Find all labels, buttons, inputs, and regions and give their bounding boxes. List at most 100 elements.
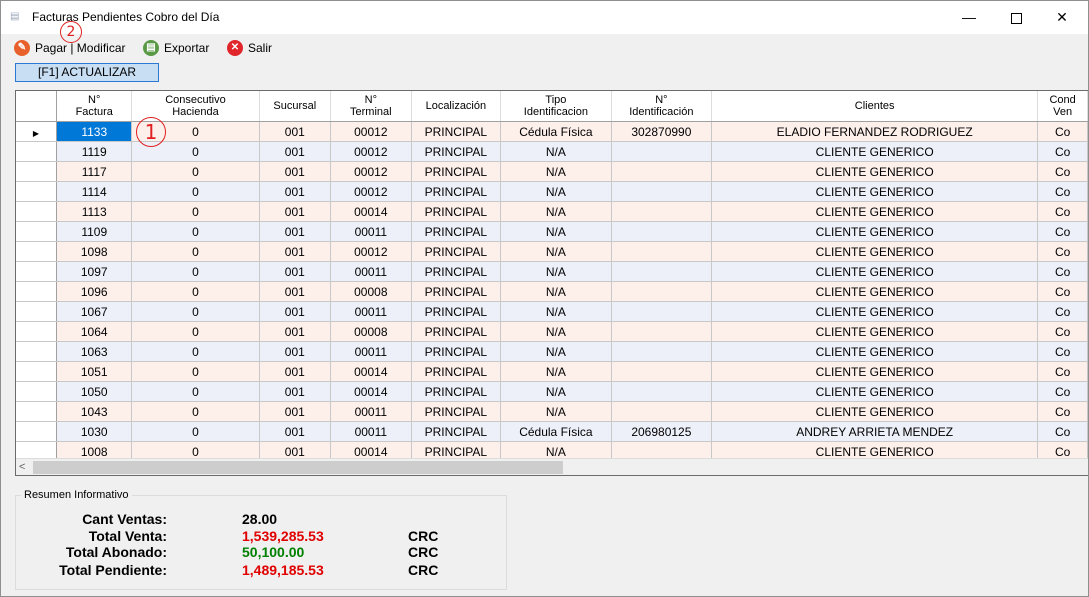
cell-num-identificacion[interactable] (611, 241, 713, 262)
scrollbar-thumb[interactable] (33, 461, 563, 474)
cell-sucursal[interactable]: 001 (259, 381, 332, 402)
row-header[interactable] (16, 361, 57, 382)
cell-terminal[interactable]: 00014 (330, 381, 412, 402)
cell-sucursal[interactable]: 001 (259, 121, 332, 142)
cell-tipo-identificacion[interactable]: N/A (500, 261, 612, 282)
cell-condicion-venta[interactable]: Co (1037, 181, 1088, 202)
cell-terminal[interactable]: 00012 (330, 161, 412, 182)
cell-sucursal[interactable]: 001 (259, 341, 332, 362)
cell-condicion-venta[interactable]: Co (1037, 381, 1088, 402)
col-header-num-identificacion[interactable]: N° Identificación (611, 91, 713, 122)
col-header-clientes[interactable]: Clientes (711, 91, 1039, 122)
cell-sucursal[interactable]: 001 (259, 141, 332, 162)
cell-tipo-identificacion[interactable]: N/A (500, 301, 612, 322)
row-header[interactable] (16, 321, 57, 342)
cell-tipo-identificacion[interactable]: N/A (500, 221, 612, 242)
cell-cliente[interactable]: CLIENTE GENERICO (711, 301, 1039, 322)
row-header[interactable]: ▶ (16, 121, 57, 142)
cell-terminal[interactable]: 00014 (330, 361, 412, 382)
row-header[interactable] (16, 281, 57, 302)
cell-tipo-identificacion[interactable]: N/A (500, 341, 612, 362)
table-row[interactable]: 1113 0 001 00014 PRINCIPAL N/A CLIENTE GENERIC… (16, 201, 1088, 222)
cell-localizacion[interactable]: PRINCIPAL (411, 341, 502, 362)
cell-localizacion[interactable]: PRINCIPAL (411, 321, 502, 342)
cell-consecutivo[interactable]: 0 (131, 241, 260, 262)
table-row[interactable]: 1030 0 001 00011 PRINCIPAL Cédula Física 20698… (16, 421, 1088, 442)
cell-tipo-identificacion[interactable]: N/A (500, 321, 612, 342)
cell-terminal[interactable]: 00011 (330, 261, 412, 282)
cell-consecutivo[interactable]: 0 (131, 301, 260, 322)
cell-num-identificacion[interactable] (611, 161, 713, 182)
cell-tipo-identificacion[interactable]: N/A (500, 161, 612, 182)
cell-cliente[interactable]: ANDREY ARRIETA MENDEZ (711, 421, 1039, 442)
table-row[interactable]: 1117 0 001 00012 PRINCIPAL N/A CLIENTE GENERIC… (16, 161, 1088, 182)
cell-cliente[interactable]: CLIENTE GENERICO (711, 161, 1039, 182)
cell-num-identificacion[interactable] (611, 401, 713, 422)
table-row[interactable]: 1114 0 001 00012 PRINCIPAL N/A CLIENTE GENERIC… (16, 181, 1088, 202)
cell-num-identificacion[interactable] (611, 221, 713, 242)
facturas-grid[interactable]: N° Factura Consecutivo Hacienda Sucursal… (15, 90, 1088, 476)
cell-factura[interactable]: 1114 (56, 181, 133, 202)
cell-terminal[interactable]: 00011 (330, 401, 412, 422)
cell-num-identificacion[interactable] (611, 381, 713, 402)
cell-localizacion[interactable]: PRINCIPAL (411, 201, 502, 222)
cell-localizacion[interactable]: PRINCIPAL (411, 381, 502, 402)
cell-localizacion[interactable]: PRINCIPAL (411, 281, 502, 302)
cell-consecutivo[interactable]: 0 (131, 281, 260, 302)
cell-tipo-identificacion[interactable]: N/A (500, 361, 612, 382)
cell-condicion-venta[interactable]: Co (1037, 361, 1088, 382)
table-row[interactable]: 1064 0 001 00008 PRINCIPAL N/A CLIENTE GENERIC… (16, 321, 1088, 342)
row-header[interactable] (16, 261, 57, 282)
cell-sucursal[interactable]: 001 (259, 301, 332, 322)
cell-cliente[interactable]: CLIENTE GENERICO (711, 341, 1039, 362)
row-header[interactable] (16, 181, 57, 202)
cell-terminal[interactable]: 00011 (330, 421, 412, 442)
cell-factura[interactable]: 1051 (56, 361, 133, 382)
cell-condicion-venta[interactable]: Co (1037, 121, 1088, 142)
cell-factura[interactable]: 1043 (56, 401, 133, 422)
cell-cliente[interactable]: CLIENTE GENERICO (711, 221, 1039, 242)
cell-localizacion[interactable]: PRINCIPAL (411, 221, 502, 242)
cell-sucursal[interactable]: 001 (259, 281, 332, 302)
cell-condicion-venta[interactable]: Co (1037, 261, 1088, 282)
cell-tipo-identificacion[interactable]: N/A (500, 381, 612, 402)
cell-localizacion[interactable]: PRINCIPAL (411, 141, 502, 162)
cell-factura[interactable]: 1096 (56, 281, 133, 302)
cell-sucursal[interactable]: 001 (259, 161, 332, 182)
cell-localizacion[interactable]: PRINCIPAL (411, 301, 502, 322)
cell-factura[interactable]: 1064 (56, 321, 133, 342)
horizontal-scrollbar[interactable]: < (16, 458, 1088, 475)
cell-cliente[interactable]: CLIENTE GENERICO (711, 361, 1039, 382)
cell-tipo-identificacion[interactable]: N/A (500, 141, 612, 162)
cell-tipo-identificacion[interactable]: N/A (500, 181, 612, 202)
cell-tipo-identificacion[interactable]: N/A (500, 201, 612, 222)
cell-num-identificacion[interactable] (611, 201, 713, 222)
row-header[interactable] (16, 381, 57, 402)
row-header[interactable] (16, 141, 57, 162)
cell-localizacion[interactable]: PRINCIPAL (411, 161, 502, 182)
cell-condicion-venta[interactable]: Co (1037, 201, 1088, 222)
cell-factura[interactable]: 1113 (56, 201, 133, 222)
cell-tipo-identificacion[interactable]: Cédula Física (500, 421, 612, 442)
cell-localizacion[interactable]: PRINCIPAL (411, 181, 502, 202)
cell-condicion-venta[interactable]: Co (1037, 341, 1088, 362)
cell-sucursal[interactable]: 001 (259, 321, 332, 342)
cell-sucursal[interactable]: 001 (259, 241, 332, 262)
cell-sucursal[interactable]: 001 (259, 401, 332, 422)
col-header-condicion-venta[interactable]: Cond Ven (1037, 91, 1088, 122)
cell-sucursal[interactable]: 001 (259, 181, 332, 202)
cell-factura[interactable]: 1119 (56, 141, 133, 162)
cell-condicion-venta[interactable]: Co (1037, 221, 1088, 242)
cell-num-identificacion[interactable] (611, 281, 713, 302)
cell-sucursal[interactable]: 001 (259, 261, 332, 282)
cell-num-identificacion[interactable]: 302870990 (611, 121, 713, 142)
cell-localizacion[interactable]: PRINCIPAL (411, 261, 502, 282)
cell-consecutivo[interactable]: 0 (131, 381, 260, 402)
cell-sucursal[interactable]: 001 (259, 221, 332, 242)
table-row[interactable]: 1050 0 001 00014 PRINCIPAL N/A CLIENTE GENERIC… (16, 381, 1088, 402)
cell-num-identificacion[interactable] (611, 361, 713, 382)
cell-factura[interactable]: 1109 (56, 221, 133, 242)
cell-num-identificacion[interactable]: 206980125 (611, 421, 713, 442)
table-row[interactable]: 1096 0 001 00008 PRINCIPAL N/A CLIENTE GENERIC… (16, 281, 1088, 302)
cell-terminal[interactable]: 00014 (330, 201, 412, 222)
